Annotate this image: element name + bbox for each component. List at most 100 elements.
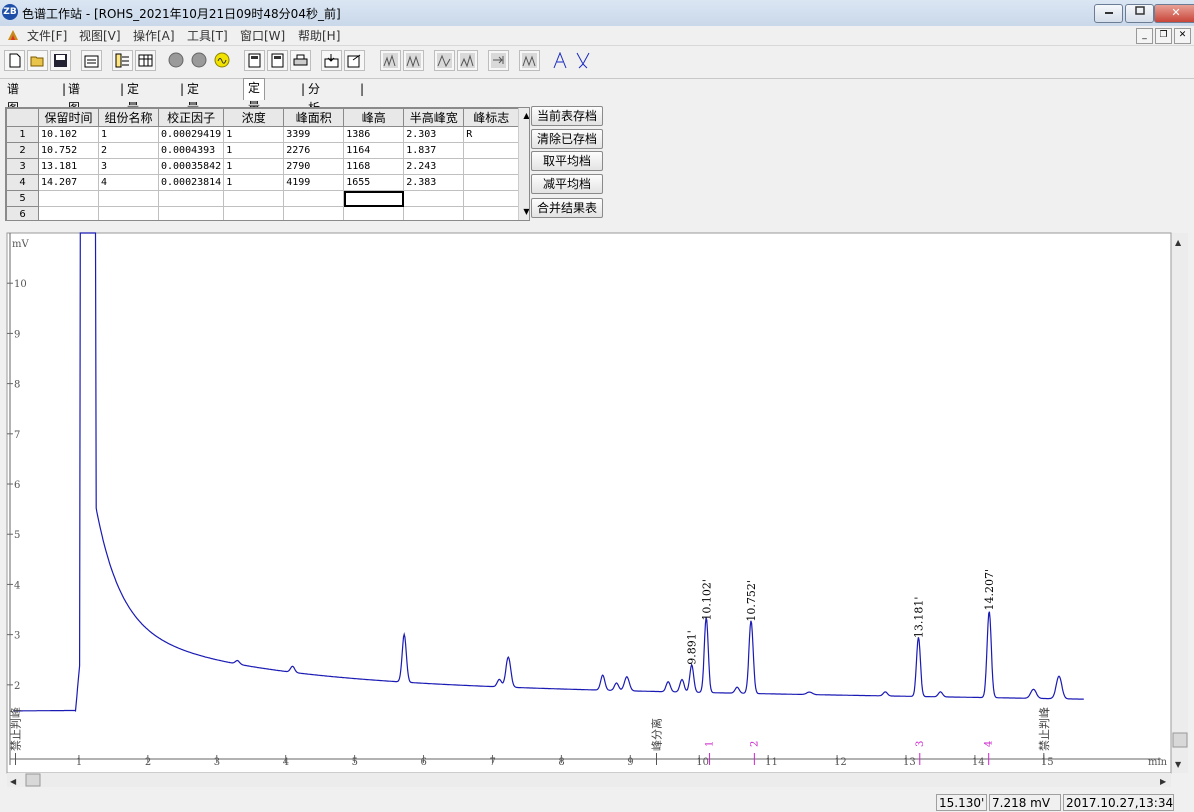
table-cell[interactable]: 4 [98, 174, 159, 191]
print-button[interactable] [290, 50, 311, 71]
table-cell[interactable] [463, 174, 520, 191]
chromatogram-chart[interactable]: 10987654321 2 3 4 5 6 7 8 9 10 11 12 13 14 15 9.891'10… [0, 229, 1194, 789]
table-cell[interactable] [463, 206, 520, 220]
table-cell[interactable]: 0.00023814 [157, 174, 225, 191]
peak-zoom-button[interactable] [403, 50, 424, 71]
table-cell[interactable] [403, 190, 465, 207]
table-cell[interactable] [98, 206, 159, 220]
report-button[interactable] [81, 50, 102, 71]
peak-split-button[interactable] [550, 50, 571, 71]
table-cell[interactable] [157, 206, 225, 220]
table-button[interactable] [135, 50, 156, 71]
stop-button[interactable] [166, 50, 187, 71]
import-button[interactable] [344, 50, 365, 71]
row-number[interactable]: 1 [6, 126, 39, 143]
row-number[interactable]: 3 [6, 158, 39, 175]
table-cell[interactable]: 1386 [343, 126, 405, 143]
table-cell[interactable]: 1164 [343, 142, 405, 159]
table-cell[interactable]: 10.752 [38, 142, 99, 159]
merge-results-button[interactable]: 合并结果表 [531, 198, 603, 218]
scroll-down-icon[interactable]: ▼ [1175, 760, 1182, 769]
row-number[interactable]: 6 [6, 206, 39, 220]
peak-view-button[interactable] [380, 50, 401, 71]
table-cell[interactable]: 2.383 [403, 174, 465, 191]
tab-quant-method[interactable]: 定量方法 [187, 80, 199, 153]
take-average-button[interactable]: 取平均档 [531, 151, 603, 171]
table-cell[interactable] [98, 190, 159, 207]
column-header[interactable]: 峰面积 [283, 108, 345, 127]
table-cell[interactable]: 2.243 [403, 158, 465, 175]
menu-help[interactable]: 帮助[H] [298, 27, 340, 44]
table-cell[interactable]: 0.00035842 [157, 158, 225, 175]
table-cell[interactable]: 1 [223, 174, 285, 191]
row-number[interactable]: 2 [6, 142, 39, 159]
table-scrollbar[interactable]: ▲ ▼ [518, 108, 529, 220]
table-cell[interactable]: 1 [223, 142, 285, 159]
table-cell[interactable] [38, 206, 99, 220]
menu-operate[interactable]: 操作[A] [133, 27, 175, 44]
selected-cell[interactable] [343, 190, 405, 207]
minimize-button[interactable] [1094, 4, 1123, 23]
table-cell[interactable]: 1 [223, 158, 285, 175]
table-cell[interactable]: 2790 [283, 158, 345, 175]
scroll-down-icon[interactable]: ▼ [519, 204, 529, 219]
tab-spectrum-params[interactable]: 谱图参数 [7, 80, 19, 153]
calculator-button[interactable] [244, 50, 265, 71]
table-cell[interactable]: 13.181 [38, 158, 99, 175]
table-cell[interactable]: 3 [98, 158, 159, 175]
new-file-button[interactable] [4, 50, 25, 71]
scroll-right-icon[interactable]: ▶ [1160, 777, 1167, 786]
list-button[interactable] [112, 50, 133, 71]
table-cell[interactable]: R [463, 126, 520, 143]
column-header[interactable]: 组份名称 [98, 108, 159, 127]
close-button[interactable]: ✕ [1154, 4, 1194, 23]
table-cell[interactable]: 2 [98, 142, 159, 159]
column-header[interactable]: 峰高 [343, 108, 405, 127]
column-header[interactable]: 校正因子 [157, 108, 225, 127]
menu-tools[interactable]: 工具[T] [187, 27, 228, 44]
scroll-up-icon[interactable]: ▲ [519, 108, 529, 123]
integrate-button[interactable] [457, 50, 478, 71]
tab-analysis-report[interactable]: 分析报告 [308, 80, 320, 153]
chart-vertical-scrollbar[interactable] [1172, 233, 1188, 773]
export-button[interactable] [321, 50, 342, 71]
scroll-up-icon[interactable]: ▲ [1175, 238, 1182, 247]
tab-quant-results[interactable]: 定量结果 [243, 78, 266, 152]
start-button[interactable] [212, 50, 233, 71]
mdi-restore-button[interactable]: ❐ [1155, 28, 1172, 44]
table-cell[interactable] [463, 190, 520, 207]
table-cell[interactable]: 4199 [283, 174, 345, 191]
table-cell[interactable] [157, 190, 225, 207]
table-cell[interactable] [403, 206, 465, 220]
peak-merge-button[interactable] [573, 50, 594, 71]
table-cell[interactable] [283, 206, 345, 220]
mdi-close-button[interactable]: ✕ [1174, 28, 1191, 44]
move-right-button[interactable] [488, 50, 509, 71]
table-cell[interactable]: 1 [98, 126, 159, 143]
table-cell[interactable] [283, 190, 345, 207]
chart-horizontal-scrollbar[interactable] [7, 773, 1171, 787]
table-cell[interactable]: 1 [223, 126, 285, 143]
mdi-minimize-button[interactable]: _ [1136, 28, 1153, 44]
table-cell[interactable]: 10.102 [38, 126, 99, 143]
table-cell[interactable]: 1655 [343, 174, 405, 191]
table-cell[interactable]: 0.00029419 [157, 126, 225, 143]
calculate-table-button[interactable] [267, 50, 288, 71]
save-current-table-button[interactable]: 当前表存档 [531, 106, 603, 126]
subtract-average-button[interactable]: 减平均档 [531, 174, 603, 194]
menu-view[interactable]: 视图[V] [79, 27, 121, 44]
menu-window[interactable]: 窗口[W] [240, 27, 285, 44]
row-number[interactable]: 5 [6, 190, 39, 207]
tab-quant-components[interactable]: 定量组份 [127, 80, 139, 153]
table-cell[interactable] [223, 190, 285, 207]
table-cell[interactable] [343, 206, 405, 220]
table-cell[interactable] [463, 142, 520, 159]
table-cell[interactable]: 1.837 [403, 142, 465, 159]
table-cell[interactable]: 3399 [283, 126, 345, 143]
column-header[interactable]: 半高峰宽 [403, 108, 465, 127]
row-number[interactable]: 4 [6, 174, 39, 191]
open-file-button[interactable] [27, 50, 48, 71]
scroll-left-icon[interactable]: ◀ [10, 777, 17, 786]
table-cell[interactable]: 2276 [283, 142, 345, 159]
column-header[interactable]: 保留时间 [38, 108, 99, 127]
